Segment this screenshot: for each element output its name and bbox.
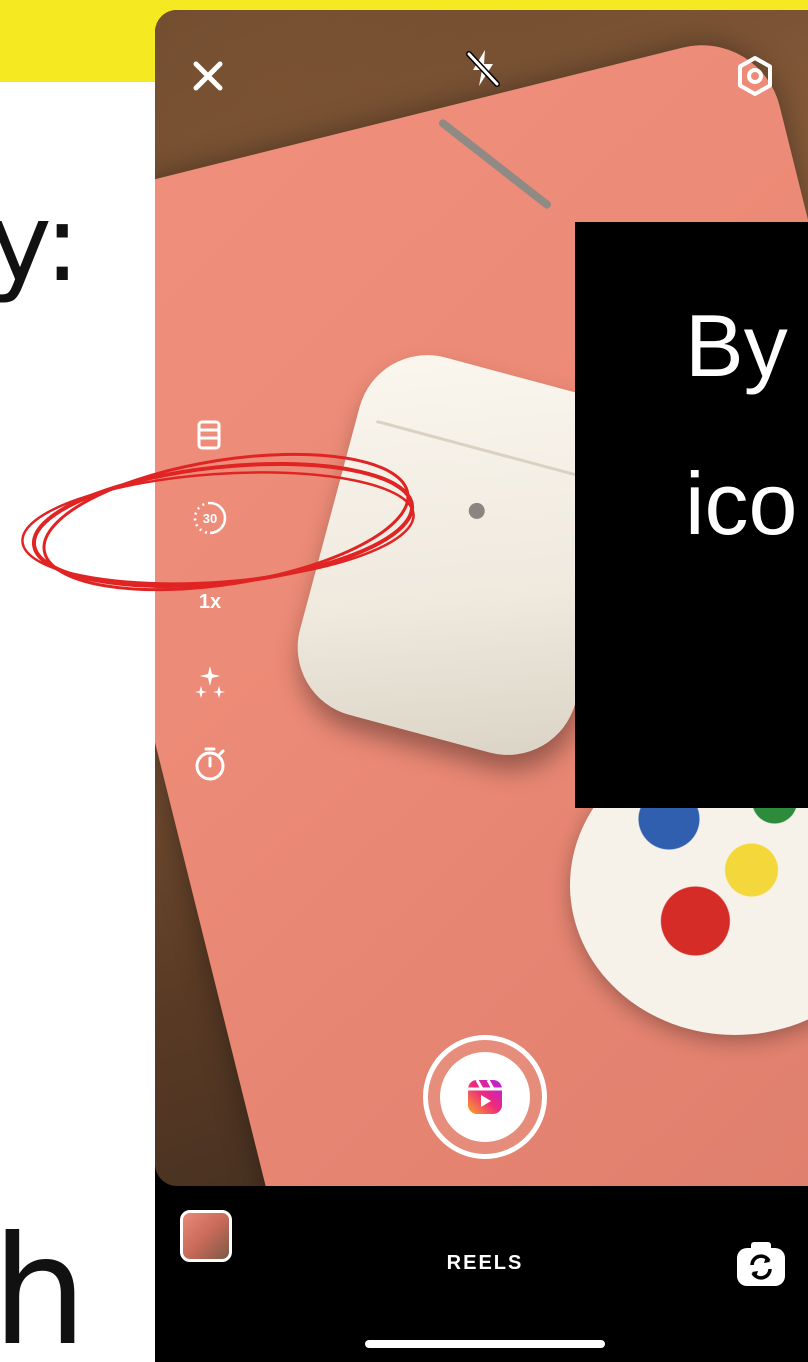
record-shutter-button[interactable] (423, 1035, 547, 1159)
callout-box: By ico (575, 222, 808, 808)
flip-camera-icon[interactable] (733, 1238, 789, 1290)
callout-line-2: ico (685, 454, 798, 553)
article-text-panel: y: h (0, 82, 155, 1362)
article-heading-fragment: y: (0, 181, 81, 306)
speed-icon[interactable]: 1x (192, 582, 228, 618)
flash-off-icon[interactable] (461, 46, 505, 90)
shutter-inner (440, 1052, 530, 1142)
effects-sparkle-icon[interactable] (192, 664, 228, 700)
settings-icon[interactable] (733, 54, 777, 98)
home-indicator (365, 1340, 605, 1348)
case-status-dot (466, 501, 487, 521)
close-icon[interactable] (186, 54, 230, 98)
length-timer-icon[interactable]: 30 (192, 500, 228, 536)
gallery-thumbnail[interactable] (180, 1210, 232, 1262)
mode-label-reels[interactable]: REELS (395, 1252, 575, 1275)
article-text-fragment: h (0, 1205, 88, 1362)
music-icon[interactable] (192, 418, 228, 454)
speed-label: 1x (199, 591, 221, 613)
reels-icon (468, 1079, 502, 1114)
length-timer-label: 30 (203, 511, 217, 526)
countdown-timer-icon[interactable] (192, 746, 228, 782)
callout-line-1: By (685, 296, 788, 395)
